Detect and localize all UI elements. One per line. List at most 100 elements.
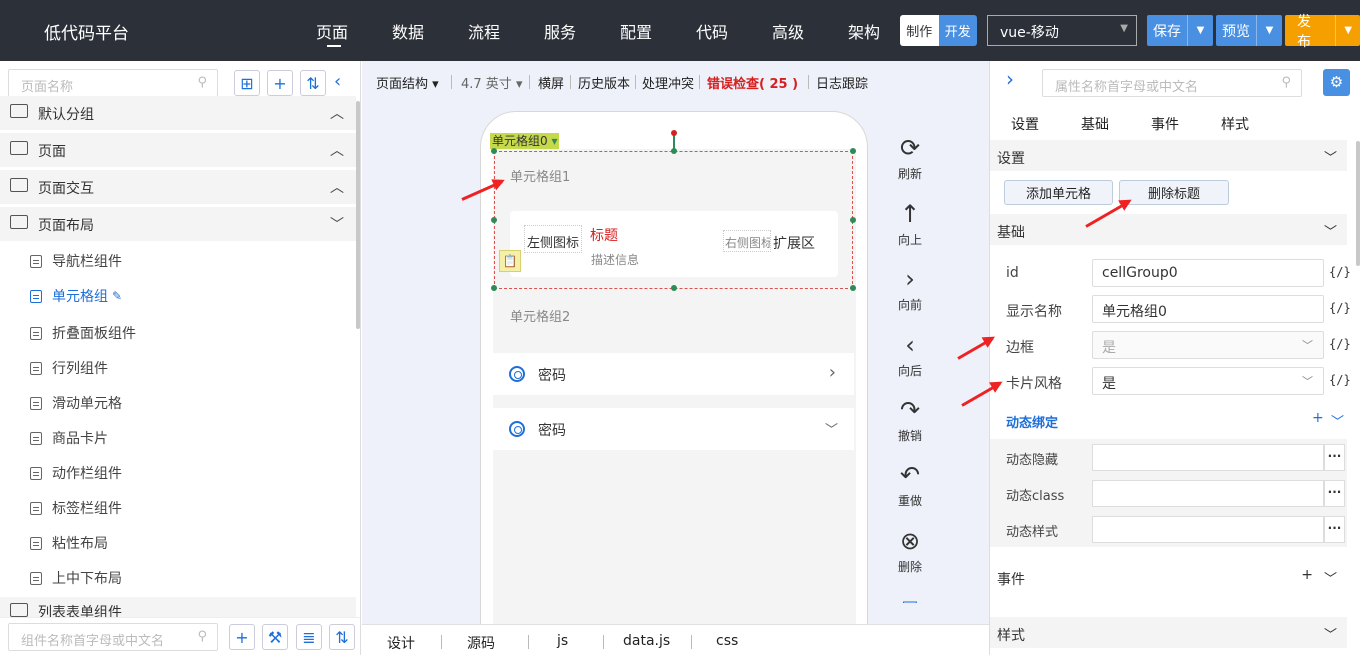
selected-component-tag[interactable]: 单元格组0 ▾ <box>490 133 560 149</box>
list-item[interactable]: 动作栏组件 <box>30 461 122 485</box>
redo-button[interactable]: ↶ 重做 <box>890 460 930 509</box>
property-search-input[interactable]: 属性名称首字母或中文名 ⚲ <box>1042 69 1302 97</box>
chevron-down-icon[interactable]: ﹀ <box>1331 411 1344 430</box>
nav-service[interactable]: 服务 <box>544 19 576 43</box>
expression-button[interactable]: {/} <box>1329 265 1351 279</box>
tab-events[interactable]: 事件 <box>1151 114 1179 134</box>
tab-settings[interactable]: 设置 <box>1011 114 1039 134</box>
group-list-form[interactable]: 列表表单组件 <box>0 597 356 617</box>
tab-css[interactable]: css <box>716 633 738 649</box>
cell-row-password[interactable]: 密码 ﹀ <box>493 408 854 450</box>
mode-dev-button[interactable]: 开发 <box>938 15 977 46</box>
tab-basic[interactable]: 基础 <box>1081 114 1109 134</box>
landscape-button[interactable]: 横屏 <box>538 73 564 92</box>
move-up-button[interactable]: ↑ 向上 <box>890 199 930 248</box>
nav-config[interactable]: 配置 <box>620 19 652 43</box>
sort-button[interactable]: ⇅ <box>329 624 355 650</box>
list-item-active[interactable]: 单元格组 ✎ <box>30 284 122 308</box>
more-icon[interactable]: ··· <box>1324 480 1345 507</box>
resize-handle[interactable] <box>850 217 856 223</box>
section-events[interactable]: 事件 + ﹀ <box>990 561 1347 592</box>
group-interaction[interactable]: 页面交互 ︿ <box>0 170 356 204</box>
forward-button[interactable]: › 向前 <box>890 264 930 313</box>
undo-button[interactable]: ↷ 撤销 <box>890 395 930 444</box>
mode-make-button[interactable]: 制作 <box>900 15 939 46</box>
resize-handle[interactable] <box>850 148 856 154</box>
tab-js[interactable]: js <box>557 633 568 649</box>
card-style-select[interactable]: 是 ﹀ <box>1092 367 1324 395</box>
resize-handle[interactable] <box>491 285 497 291</box>
list-item[interactable]: 滑动单元格 <box>30 391 122 415</box>
tab-source[interactable]: 源码 <box>467 633 495 653</box>
add-folder-button[interactable]: ⊞ <box>234 70 260 96</box>
list-item[interactable]: 上中下布局 <box>30 566 122 590</box>
platform-select[interactable]: vue-移动 ▼ <box>987 15 1137 46</box>
caret-down-icon[interactable]: ▼ <box>1187 15 1213 46</box>
caret-down-icon[interactable]: ▼ <box>1335 15 1360 46</box>
history-button[interactable]: 历史版本 <box>578 73 630 92</box>
publish-button[interactable]: 发布 ▼ <box>1285 14 1360 50</box>
list-item[interactable]: 导航栏组件 <box>30 249 122 273</box>
rotate-handle[interactable] <box>671 130 677 136</box>
resize-handle[interactable] <box>671 285 677 291</box>
list-item[interactable]: 行列组件 <box>30 356 108 380</box>
nav-flow[interactable]: 流程 <box>468 19 500 43</box>
resize-handle[interactable] <box>850 285 856 291</box>
id-input[interactable]: cellGroup0 <box>1092 259 1324 287</box>
nav-advanced[interactable]: 高级 <box>772 19 804 43</box>
backward-button[interactable]: ‹ 向后 <box>890 330 930 379</box>
expand-right-icon[interactable]: › <box>1006 67 1014 91</box>
display-name-input[interactable]: 单元格组0 <box>1092 295 1324 323</box>
plus-icon[interactable]: + <box>1301 567 1313 583</box>
group-page[interactable]: 页面 ︿ <box>0 133 356 167</box>
nav-page[interactable]: 页面 <box>316 19 348 43</box>
image-button[interactable]: ▣ <box>890 593 930 603</box>
conflict-button[interactable]: 处理冲突 <box>642 73 694 92</box>
more-icon[interactable]: ··· <box>1324 516 1345 543</box>
section-basic[interactable]: 基础 ﹀ <box>990 214 1347 245</box>
nav-data[interactable]: 数据 <box>392 19 424 43</box>
more-icon[interactable]: ··· <box>1324 444 1345 471</box>
cell-row-password[interactable]: 密码 › <box>493 353 854 395</box>
page-structure-dropdown[interactable]: 页面结构 ▾ <box>376 73 439 92</box>
scrollbar[interactable] <box>1356 141 1360 266</box>
resize-handle[interactable] <box>491 217 497 223</box>
plus-icon[interactable]: + <box>1312 410 1324 426</box>
save-button[interactable]: 保存 ▼ <box>1147 15 1213 46</box>
component-search-input[interactable]: 组件名称首字母或中文名 ⚲ <box>8 623 218 651</box>
section-settings[interactable]: 设置 ﹀ <box>990 140 1347 171</box>
scrollbar[interactable] <box>356 101 360 329</box>
settings-gear-button[interactable]: ⚙ <box>1323 69 1350 96</box>
tab-data-js[interactable]: data.js <box>623 633 670 649</box>
log-button[interactable]: 日志跟踪 <box>816 73 868 92</box>
nav-arch[interactable]: 架构 <box>848 19 880 43</box>
list-item[interactable]: 折叠面板组件 <box>30 321 136 345</box>
list-item[interactable]: 标签栏组件 <box>30 496 122 520</box>
add-page-button[interactable]: + <box>267 70 293 96</box>
list-item[interactable]: 商品卡片 <box>30 426 108 450</box>
preview-button[interactable]: 预览 ▼ <box>1216 15 1282 46</box>
cell-group-2-label[interactable]: 单元格组2 <box>510 306 570 325</box>
error-check-button[interactable]: 错误检查( 25 ) <box>707 73 798 92</box>
group-default[interactable]: 默认分组 ︿ <box>0 96 356 130</box>
page-search-input[interactable]: 页面名称 ⚲ <box>8 69 218 97</box>
resize-handle[interactable] <box>671 148 677 154</box>
section-style[interactable]: 样式 ﹀ <box>990 617 1347 648</box>
refresh-button[interactable]: ⟳ 刷新 <box>890 133 930 182</box>
sort-button[interactable]: ⇅ <box>300 70 326 96</box>
dyn-class-input[interactable] <box>1092 480 1324 507</box>
device-size-dropdown[interactable]: 4.7 英寸 ▾ <box>461 73 522 92</box>
delete-title-button[interactable]: 删除标题 <box>1119 180 1229 205</box>
pencil-icon[interactable]: ✎ <box>112 289 122 303</box>
nav-code[interactable]: 代码 <box>696 19 728 43</box>
group-layout[interactable]: 页面布局 ﹀ <box>0 207 356 241</box>
add-cell-button[interactable]: 添加单元格 <box>1004 180 1113 205</box>
add-component-button[interactable]: + <box>229 624 255 650</box>
delete-button[interactable]: ⊗ 删除 <box>890 526 930 575</box>
dyn-style-input[interactable] <box>1092 516 1324 543</box>
border-select[interactable]: 是 ﹀ <box>1092 331 1324 359</box>
resize-handle[interactable] <box>491 148 497 154</box>
tab-design[interactable]: 设计 <box>387 633 415 653</box>
expression-button[interactable]: {/} <box>1329 301 1351 315</box>
expression-button[interactable]: {/} <box>1329 337 1351 351</box>
